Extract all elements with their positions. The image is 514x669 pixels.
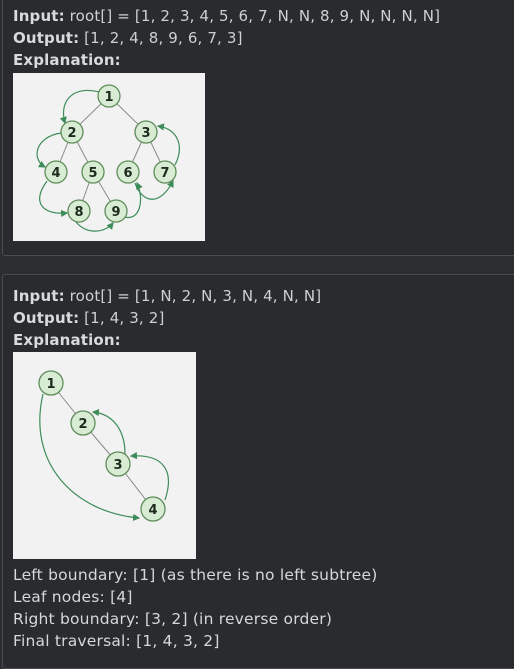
explanation-line-right-boundary: Right boundary: [3, 2] (in reverse order…: [13, 610, 333, 628]
svg-text:4: 4: [148, 503, 157, 518]
tree-node: 6: [116, 160, 140, 184]
tree-node: 4: [44, 160, 68, 184]
input-line: Input: root[] = [1, N, 2, N, 3, N, 4, N,…: [13, 286, 321, 306]
svg-text:2: 2: [67, 126, 76, 141]
output-label: Output:: [13, 29, 80, 47]
output-line: Output: [1, 2, 4, 8, 9, 6, 7, 3]: [13, 28, 243, 48]
traversal-arrow: [129, 452, 169, 501]
explanation-label: Explanation:: [13, 331, 121, 349]
output-label: Output:: [13, 309, 80, 327]
example-card-1: Input: root[] = [1, 2, 3, 4, 5, 6, 7, N,…: [2, 0, 514, 256]
explanation-line-left-boundary: Left boundary: [1] (as there is no left …: [13, 566, 378, 584]
tree-node: 9: [104, 199, 128, 223]
explanation-heading: Explanation:: [13, 50, 121, 70]
svg-text:3: 3: [113, 458, 122, 473]
explanation-line-leaf-nodes: Leaf nodes: [4]: [13, 588, 133, 606]
example-card-2: Input: root[] = [1, N, 2, N, 3, N, 4, N,…: [2, 274, 514, 669]
tree-node: 8: [67, 199, 91, 223]
tree-node: 4: [140, 496, 166, 522]
svg-text:7: 7: [160, 166, 169, 181]
svg-text:9: 9: [111, 205, 120, 220]
input-label: Input:: [13, 287, 65, 305]
svg-text:1: 1: [104, 90, 113, 105]
svg-text:3: 3: [141, 126, 150, 141]
tree-node: 2: [70, 410, 96, 436]
svg-text:4: 4: [51, 166, 60, 181]
svg-text:5: 5: [88, 166, 97, 181]
traversal-arrow: [91, 409, 126, 455]
explanation-label: Explanation:: [13, 51, 121, 69]
input-value: root[] = [1, 2, 3, 4, 5, 6, 7, N, N, 8, …: [69, 7, 441, 25]
input-line: Input: root[] = [1, 2, 3, 4, 5, 6, 7, N,…: [13, 6, 440, 26]
svg-text:2: 2: [78, 417, 87, 432]
explanation-heading: Explanation:: [13, 330, 121, 350]
traversal-arrow: [75, 221, 114, 232]
tree-diagram-2: 1 2 3 4: [13, 352, 196, 559]
tree-node: 1: [38, 370, 64, 396]
output-value: [1, 2, 4, 8, 9, 6, 7, 3]: [84, 29, 243, 47]
tree-node: 3: [134, 120, 158, 144]
tree-node: 5: [81, 160, 105, 184]
explanation-line-final-traversal: Final traversal: [1, 4, 3, 2]: [13, 632, 220, 650]
output-line: Output: [1, 4, 3, 2]: [13, 308, 164, 328]
traversal-arrow: [156, 123, 180, 166]
svg-text:6: 6: [123, 166, 132, 181]
tree-node: 1: [97, 84, 121, 108]
traversal-arrow: [59, 89, 100, 125]
input-value: root[] = [1, N, 2, N, 3, N, 4, N, N]: [69, 287, 322, 305]
tree-node: 7: [153, 160, 177, 184]
output-value: [1, 4, 3, 2]: [84, 309, 165, 327]
svg-text:8: 8: [74, 205, 83, 220]
tree-node: 3: [105, 451, 131, 477]
tree-diagram-1: 1 2 3 4 5 6 7 8 9: [13, 73, 205, 241]
traversal-arrow: [39, 180, 69, 218]
svg-text:1: 1: [46, 377, 55, 392]
input-label: Input:: [13, 7, 65, 25]
tree-node: 2: [60, 120, 84, 144]
